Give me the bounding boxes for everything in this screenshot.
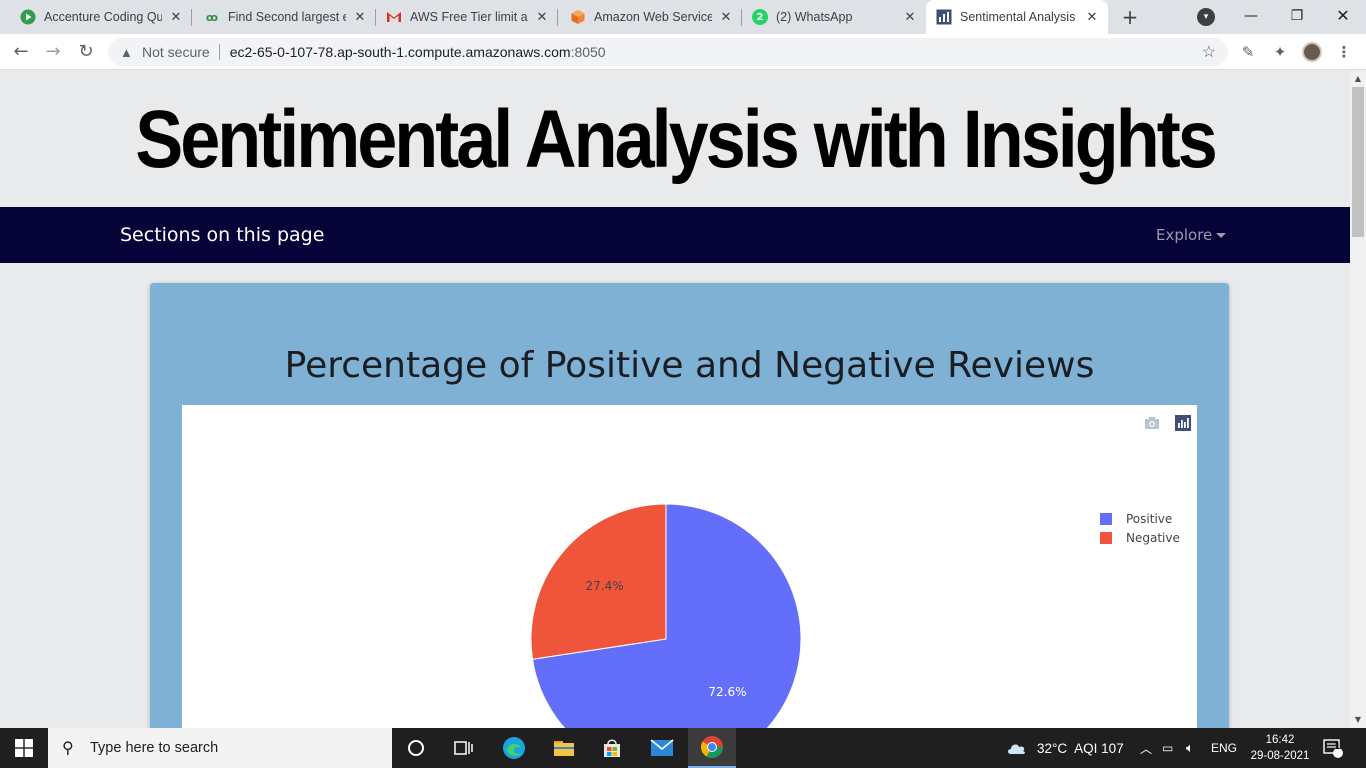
- card-title: Percentage of Positive and Negative Revi…: [284, 345, 1095, 386]
- language-indicator[interactable]: ENG: [1211, 728, 1237, 768]
- tab-sentimental-analysis[interactable]: Sentimental Analysis a ✕: [926, 0, 1108, 34]
- explore-label: Explore: [1156, 226, 1213, 244]
- tab-title: Accenture Coding Que: [44, 10, 162, 24]
- mail-icon[interactable]: [638, 728, 686, 768]
- page-heading: Sentimental Analysis with Insights: [135, 94, 1218, 186]
- chart-icon: [936, 9, 952, 25]
- security-label[interactable]: Not secure: [142, 44, 210, 60]
- taskbar-search-box[interactable]: ⚲ Type here to search: [48, 728, 392, 768]
- page-navbar: Sections on this page Explore: [0, 207, 1350, 263]
- edge-browser-icon[interactable]: [490, 728, 538, 768]
- windows-taskbar: ⚲ Type here to search 32°C AQI 107 ︿ ▭ 🔈…: [0, 728, 1366, 768]
- scroll-down-arrow-icon[interactable]: ▼: [1350, 712, 1366, 728]
- close-icon[interactable]: ✕: [902, 10, 918, 25]
- notification-count: 1: [1335, 741, 1341, 751]
- weather-widget[interactable]: 32°C AQI 107: [1006, 728, 1124, 768]
- forward-arrow-icon[interactable]: →: [41, 40, 65, 64]
- tab-search-icon[interactable]: ▾: [1197, 8, 1215, 26]
- gmail-icon: [386, 9, 402, 25]
- legend-swatch: [1100, 531, 1112, 544]
- profile-avatar[interactable]: [1302, 42, 1322, 62]
- new-tab-button[interactable]: +: [1118, 5, 1142, 29]
- tab-title: (2) WhatsApp: [776, 10, 853, 24]
- windows-start-icon[interactable]: [0, 728, 48, 768]
- aws-cube-icon: [570, 9, 586, 25]
- tab-title: Find Second largest el: [228, 10, 346, 24]
- chrome-icon[interactable]: [688, 728, 736, 768]
- eyedropper-extension-icon[interactable]: ✎: [1238, 42, 1258, 62]
- page-scrollbar[interactable]: ▲ ▼: [1350, 71, 1366, 728]
- weather-aqi: AQI 107: [1074, 740, 1124, 756]
- cloud-icon: [1008, 744, 1025, 754]
- extensions-puzzle-icon[interactable]: ✦: [1270, 42, 1290, 62]
- tab-gmail[interactable]: AWS Free Tier limit ale ✕: [376, 0, 558, 34]
- explore-dropdown[interactable]: Explore: [1156, 226, 1227, 244]
- legend-item-negative[interactable]: Negative: [1100, 528, 1180, 547]
- restore-icon[interactable]: ❐: [1274, 0, 1320, 34]
- warning-icon[interactable]: ▲: [120, 45, 136, 60]
- reload-icon[interactable]: ↻: [74, 40, 98, 64]
- pie-slice-label: 27.4%: [586, 579, 624, 593]
- tab-whatsapp[interactable]: 2 (2) WhatsApp ✕: [742, 0, 926, 34]
- browser-toolbar: ← → ↻ ▲ Not secure ec2-65-0-107-78.ap-so…: [0, 34, 1366, 70]
- whatsapp-icon: 2: [752, 9, 768, 25]
- tab-title: Amazon Web Services: [594, 10, 712, 24]
- window-close-icon[interactable]: ✕: [1320, 0, 1366, 34]
- file-explorer-icon[interactable]: [540, 728, 588, 768]
- network-icon[interactable]: ▭: [1162, 728, 1173, 768]
- clock-date: 29-08-2021: [1250, 750, 1310, 762]
- close-icon[interactable]: ✕: [352, 10, 368, 25]
- close-icon[interactable]: ✕: [168, 10, 184, 25]
- tray-chevron-up-icon[interactable]: ︿: [1140, 728, 1152, 768]
- minimize-icon[interactable]: —: [1228, 0, 1274, 34]
- reviews-card: Percentage of Positive and Negative Revi…: [150, 283, 1229, 728]
- legend-item-positive[interactable]: Positive: [1100, 509, 1180, 528]
- url-host: ec2-65-0-107-78.ap-south-1.compute.amazo…: [229, 44, 571, 60]
- notification-center-icon[interactable]: 1: [1322, 728, 1344, 768]
- speaker-icon[interactable]: 🔈︎: [1186, 728, 1194, 768]
- omnibox-divider: [218, 44, 220, 60]
- close-icon[interactable]: ✕: [1084, 10, 1100, 25]
- microsoft-store-icon[interactable]: [588, 728, 636, 768]
- navbar-brand[interactable]: Sections on this page: [120, 224, 324, 246]
- legend-label: Positive: [1126, 511, 1173, 526]
- clock-time: 16:42: [1265, 734, 1295, 746]
- back-arrow-icon[interactable]: ←: [9, 40, 33, 64]
- cortana-icon[interactable]: [392, 728, 440, 768]
- geeks-icon: ꝏ: [205, 10, 219, 24]
- legend-label: Negative: [1126, 530, 1180, 545]
- url-port: :8050: [570, 44, 606, 60]
- tab-aws[interactable]: Amazon Web Services ✕: [558, 0, 742, 34]
- tab-accenture[interactable]: Accenture Coding Que ✕: [0, 0, 192, 34]
- play-icon: [20, 9, 36, 25]
- chart-legend: Positive Negative: [1100, 509, 1180, 547]
- pie-chart-plot[interactable]: 72.6% 27.4% Positive Negative: [182, 405, 1197, 728]
- browser-tab-strip: Accenture Coding Que ✕ ꝏ Find Second lar…: [0, 0, 1366, 34]
- menu-kebab-icon[interactable]: ⋮: [1334, 42, 1354, 62]
- legend-swatch: [1100, 512, 1112, 525]
- taskbar-clock[interactable]: 16:42 29-08-2021: [1245, 732, 1315, 764]
- tab-title: Sentimental Analysis a: [960, 10, 1078, 24]
- close-icon[interactable]: ✕: [718, 10, 734, 25]
- search-icon: ⚲: [62, 740, 74, 757]
- scrollbar-thumb[interactable]: [1352, 87, 1364, 237]
- weather-temperature: 32°C: [1037, 740, 1068, 756]
- pie-slice-label: 72.6%: [708, 685, 746, 699]
- scroll-up-arrow-icon[interactable]: ▲: [1350, 71, 1366, 87]
- page-viewport: Sentimental Analysis with Insights Secti…: [0, 71, 1350, 728]
- address-bar[interactable]: ▲ Not secure ec2-65-0-107-78.ap-south-1.…: [108, 38, 1228, 66]
- close-icon[interactable]: ✕: [534, 10, 550, 25]
- task-view-icon[interactable]: [440, 728, 488, 768]
- search-placeholder: Type here to search: [90, 740, 219, 756]
- bookmark-star-icon[interactable]: ☆: [1202, 42, 1216, 62]
- pie-chart-svg: 72.6% 27.4%: [530, 503, 802, 728]
- tab-title: AWS Free Tier limit ale: [410, 10, 528, 24]
- tab-geeks[interactable]: ꝏ Find Second largest el ✕: [192, 0, 376, 34]
- caret-down-icon: [1216, 233, 1227, 238]
